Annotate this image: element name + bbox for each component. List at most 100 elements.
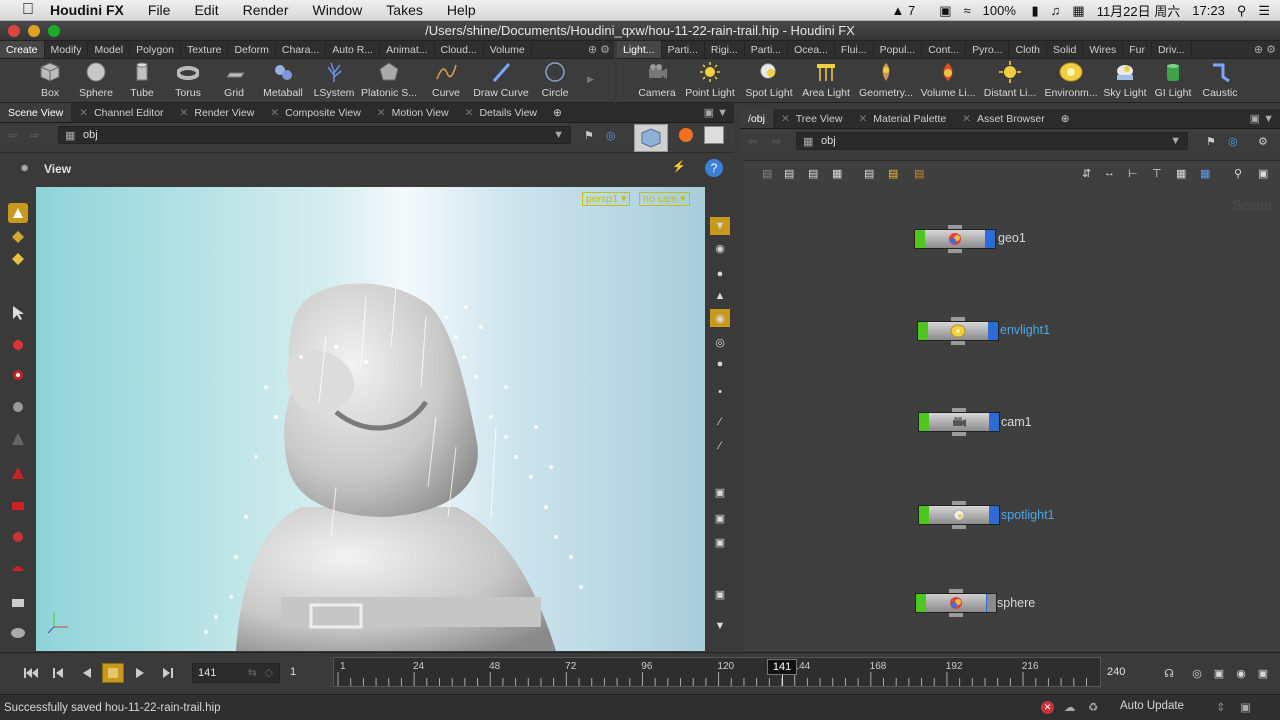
shelf-tab-volume[interactable]: Volume xyxy=(484,41,532,58)
tool-circle[interactable]: Circle xyxy=(529,60,581,99)
tool-lsystem[interactable]: LSystem xyxy=(309,60,359,99)
node-cam1-label[interactable]: cam1 xyxy=(1001,415,1032,429)
shading-sphere-icon[interactable]: ● xyxy=(710,265,730,283)
step-back-button[interactable] xyxy=(48,663,70,683)
notification-center-icon[interactable]: ☰ xyxy=(1258,3,1270,19)
node-sphere[interactable] xyxy=(915,589,997,617)
tool-sphere[interactable]: Sphere xyxy=(73,60,119,99)
menu-takes[interactable]: Takes xyxy=(386,2,423,18)
shelf-tab-rigid[interactable]: Rigi... xyxy=(705,41,745,58)
error-icon[interactable]: ✕ xyxy=(1041,701,1054,714)
network-settings-icon[interactable]: ⚙ xyxy=(1258,135,1268,148)
performance-icon[interactable]: ☁ xyxy=(1064,700,1076,714)
volume-icon[interactable]: ♫ xyxy=(1051,3,1061,18)
right-pin-icon[interactable]: ⚑ xyxy=(1206,135,1216,148)
node-geo1[interactable] xyxy=(914,225,996,253)
realtime-toggle-icon[interactable]: ☊ xyxy=(1158,663,1180,683)
update-mode-arrow-icon[interactable]: ⇕ xyxy=(1216,700,1226,714)
shelf-tab-fluid[interactable]: Flui... xyxy=(835,41,874,58)
tab-motion-view[interactable]: ✕ Motion View xyxy=(369,103,457,122)
spotlight-search-icon[interactable]: ⚲ xyxy=(1237,3,1247,19)
display-flag[interactable] xyxy=(918,322,928,340)
pin-icon[interactable]: ⚑ xyxy=(584,129,594,142)
menu-help[interactable]: Help xyxy=(447,2,476,18)
note-icon[interactable]: ▤ xyxy=(888,167,898,180)
shelf-tab-fur[interactable]: Fur xyxy=(1123,41,1152,58)
notification-icon[interactable]: ▲ 7 xyxy=(891,3,927,18)
menu-render[interactable]: Render xyxy=(243,2,289,18)
smooth-shade-icon[interactable]: ▲ xyxy=(710,287,730,305)
right-path-field[interactable]: ▦ obj ▼ xyxy=(796,132,1188,150)
wireframe-icon[interactable]: ◎ xyxy=(710,333,730,351)
tool-caustic-light[interactable]: Caustic xyxy=(1197,60,1243,99)
input-connector[interactable] xyxy=(951,317,965,321)
playhead-frame-label[interactable]: 141 xyxy=(767,659,798,675)
tab-composite-view[interactable]: ✕ Composite View xyxy=(262,103,369,122)
play-reverse-button[interactable] xyxy=(76,663,98,683)
render-flag[interactable] xyxy=(988,322,998,340)
display-flag[interactable] xyxy=(919,413,929,431)
tool-metaball[interactable]: Metaball xyxy=(257,60,309,99)
render-flag[interactable] xyxy=(989,413,999,431)
shelf-tab-pyro[interactable]: Pyro... xyxy=(966,41,1010,58)
tool-draw-curve[interactable]: Draw Curve xyxy=(473,60,529,99)
render-ball-icon[interactable] xyxy=(679,128,693,142)
tab-scene-view[interactable]: Scene View xyxy=(0,103,72,122)
right-forward-arrow-icon[interactable]: ⇨ xyxy=(772,135,781,148)
shelf-tab-modify[interactable]: Modify xyxy=(45,41,89,58)
uv-icon[interactable]: ▣ xyxy=(710,483,730,501)
node-sphere-label[interactable]: sphere xyxy=(997,596,1035,610)
stop-button[interactable] xyxy=(102,663,124,683)
display-options-icon[interactable]: ⚡ xyxy=(672,160,686,173)
align-left-icon[interactable]: ⊢ xyxy=(1128,167,1138,180)
shelf-tab-populate[interactable]: Popul... xyxy=(874,41,923,58)
forward-arrow-icon[interactable]: ⇨ xyxy=(30,129,39,142)
display-option-icon[interactable]: ▼ xyxy=(710,217,730,235)
output-connector[interactable] xyxy=(949,613,963,617)
shelf-right-options-icon[interactable]: ⊕ ⚙ xyxy=(1254,41,1280,58)
wifi-icon[interactable]: ≈ xyxy=(963,3,970,18)
node-envlight1[interactable] xyxy=(917,317,999,345)
normals-icon[interactable]: ∕ xyxy=(710,413,730,431)
tool-area-light[interactable]: Area Light xyxy=(797,60,855,99)
shelf-tab-particle-fluids[interactable]: Parti... xyxy=(745,41,789,58)
tool-distant-light[interactable]: Distant Li... xyxy=(979,60,1041,99)
shelf-tab-wires[interactable]: Wires xyxy=(1083,41,1124,58)
back-arrow-icon[interactable]: ⇦ xyxy=(8,129,17,142)
node-spotlight1-label[interactable]: spotlight1 xyxy=(1001,508,1055,522)
shelf-tab-drive[interactable]: Driv... xyxy=(1152,41,1192,58)
right-add-tab-icon[interactable]: ⊕ xyxy=(1053,109,1078,128)
output-connector[interactable] xyxy=(951,341,965,345)
tool-platonic[interactable]: Platonic S... xyxy=(359,60,419,99)
tool-geometry-light[interactable]: Geometry... xyxy=(855,60,917,99)
menu-edit[interactable]: Edit xyxy=(194,2,218,18)
thumbnail-icon[interactable]: ▣ xyxy=(1258,167,1268,180)
shelf-tab-auto-rig[interactable]: Auto R... xyxy=(326,41,381,58)
input-connector[interactable] xyxy=(952,501,966,505)
tool-point-light[interactable]: Point Light xyxy=(679,60,741,99)
cam-menu[interactable]: no cam ▾ xyxy=(639,192,690,206)
shelf-tab-solid[interactable]: Solid xyxy=(1047,41,1084,58)
update-mode-menu[interactable]: Auto Update xyxy=(1120,700,1184,712)
shelf-tab-texture[interactable]: Texture xyxy=(181,41,229,58)
pose-tool-icon[interactable] xyxy=(8,429,28,449)
clock-date[interactable]: 11月22日 周六 xyxy=(1097,1,1181,20)
find-icon[interactable]: ⚲ xyxy=(1234,167,1242,180)
shelf-tab-model[interactable]: Model xyxy=(88,41,131,58)
shelf-tab-ocean[interactable]: Ocea... xyxy=(788,41,835,58)
shelf-tab-cloud[interactable]: Cloud... xyxy=(435,41,484,58)
texture-shade-icon[interactable]: ◉ xyxy=(710,309,730,327)
tab-tree-view[interactable]: ✕ Tree View xyxy=(773,109,851,128)
align-top-icon[interactable]: ⊤ xyxy=(1152,167,1162,180)
magnet-tool-icon[interactable] xyxy=(8,497,28,517)
tool-camera[interactable]: Camera xyxy=(635,60,679,99)
output-connector[interactable] xyxy=(952,432,966,436)
render-flag[interactable] xyxy=(989,506,999,524)
geometry-select-icon[interactable] xyxy=(8,227,28,247)
rotate-tool-icon[interactable] xyxy=(8,365,28,385)
display-flag[interactable] xyxy=(916,594,926,612)
brush-tool-icon[interactable] xyxy=(8,527,28,547)
paint-tool-icon[interactable] xyxy=(8,593,28,613)
shelf-tab-particles[interactable]: Parti... xyxy=(662,41,705,58)
play-button[interactable] xyxy=(129,663,151,683)
